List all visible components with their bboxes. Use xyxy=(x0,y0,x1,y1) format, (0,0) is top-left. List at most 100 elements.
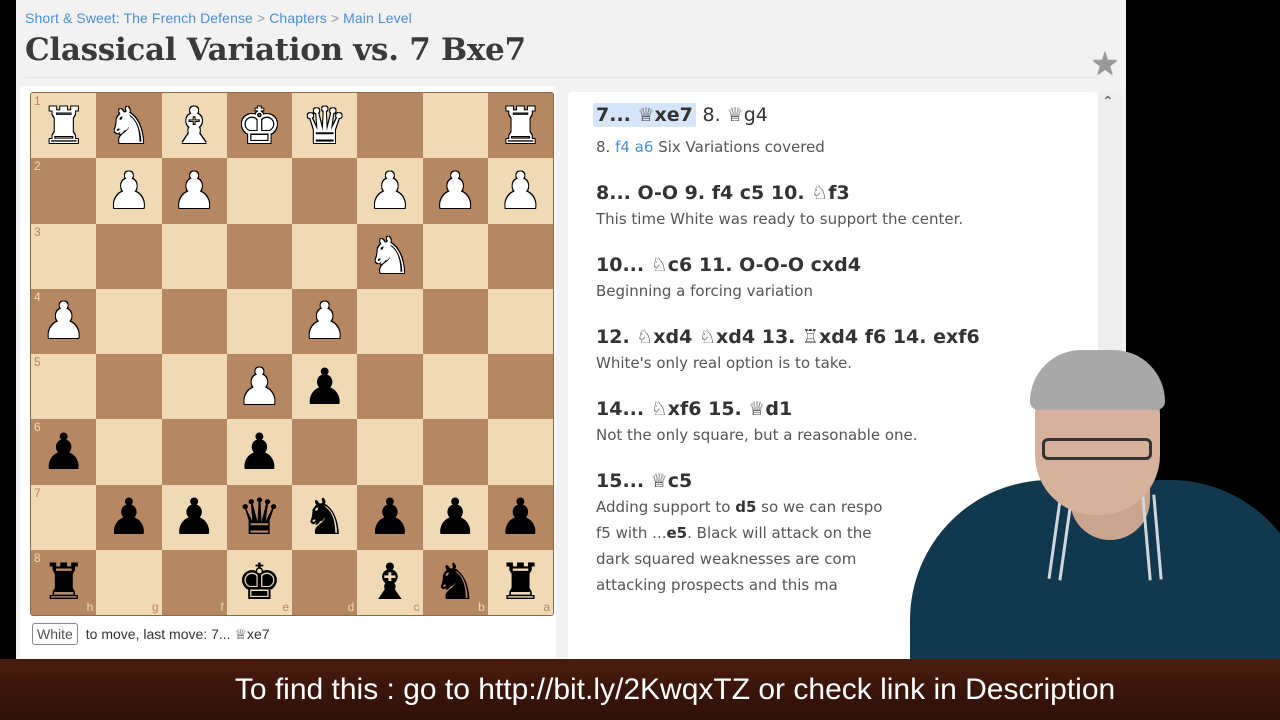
white-pawn-icon[interactable]: ♟ xyxy=(41,296,86,346)
breadcrumb-course[interactable]: Short & Sweet: The French Defense xyxy=(25,10,253,26)
black-pawn-icon[interactable]: ♟ xyxy=(237,427,282,477)
square-a3[interactable] xyxy=(487,223,553,289)
square-f4[interactable] xyxy=(161,288,227,354)
black-pawn-icon[interactable]: ♟ xyxy=(367,492,412,542)
black-pawn-icon[interactable]: ♟ xyxy=(41,427,86,477)
square-b7[interactable]: ♟ xyxy=(422,484,488,550)
black-bishop-icon[interactable]: ♝ xyxy=(367,557,412,607)
square-f5[interactable] xyxy=(161,354,227,420)
square-g3[interactable] xyxy=(96,223,162,289)
square-g4[interactable] xyxy=(96,288,162,354)
move-line[interactable]: 10... ♘c6 11. O-O-O cxd4 xyxy=(596,254,1076,276)
white-pawn-icon[interactable]: ♟ xyxy=(106,166,151,216)
square-e2[interactable] xyxy=(226,158,292,224)
chess-board[interactable]: 1 ♜ ♞ ♝ ♚ ♛ ♜ 2 ♟ ♟ ♟ ♟ ♟ 3 ♞ 4 ♟ ♟ 5 ♟ ♟ 6 ♟ ♟ 7 ♟ ♟ ♛ ♞ ♟ ♟ ♟ 8 h ♜ g f e ♚ d… xyxy=(30,92,554,616)
black-pawn-icon[interactable]: ♟ xyxy=(302,362,347,412)
black-queen-icon[interactable]: ♛ xyxy=(237,492,282,542)
variation-link[interactable]: f4 a6 xyxy=(615,138,653,156)
black-knight-icon[interactable]: ♞ xyxy=(433,557,478,607)
white-pawn-icon[interactable]: ♟ xyxy=(367,166,412,216)
black-pawn-icon[interactable]: ♟ xyxy=(106,492,151,542)
square-f7[interactable]: ♟ xyxy=(161,484,227,550)
square-h3[interactable]: 3 xyxy=(31,223,97,289)
square-f2[interactable]: ♟ xyxy=(161,158,227,224)
square-f6[interactable] xyxy=(161,419,227,485)
square-c4[interactable] xyxy=(357,288,423,354)
white-pawn-icon[interactable]: ♟ xyxy=(498,166,543,216)
square-b3[interactable] xyxy=(422,223,488,289)
square-a4[interactable] xyxy=(487,288,553,354)
square-a5[interactable] xyxy=(487,354,553,420)
white-knight-icon[interactable]: ♞ xyxy=(367,231,412,281)
square-d3[interactable] xyxy=(292,223,358,289)
white-pawn-icon[interactable]: ♟ xyxy=(433,166,478,216)
square-e5[interactable]: ♟ xyxy=(226,354,292,420)
black-knight-icon[interactable]: ♞ xyxy=(302,492,347,542)
square-e8[interactable]: e ♚ xyxy=(226,549,292,615)
black-pawn-icon[interactable]: ♟ xyxy=(172,492,217,542)
square-g8[interactable]: g xyxy=(96,549,162,615)
square-h2[interactable]: 2 xyxy=(31,158,97,224)
square-a2[interactable]: ♟ xyxy=(487,158,553,224)
square-g5[interactable] xyxy=(96,354,162,420)
move-line[interactable]: 12. ♘xd4 ♘xd4 13. ♖xd4 f6 14. exf6 xyxy=(596,326,1076,348)
white-rook-icon[interactable]: ♜ xyxy=(41,101,86,151)
square-e1[interactable]: ♚ xyxy=(226,93,292,159)
square-a8[interactable]: a ♜ xyxy=(487,549,553,615)
square-e7[interactable]: ♛ xyxy=(226,484,292,550)
black-rook-icon[interactable]: ♜ xyxy=(498,557,543,607)
white-king-icon[interactable]: ♚ xyxy=(237,101,282,151)
square-h8[interactable]: 8 h ♜ xyxy=(31,549,97,615)
square-h5[interactable]: 5 xyxy=(31,354,97,420)
square-a7[interactable]: ♟ xyxy=(487,484,553,550)
square-a1[interactable]: ♜ xyxy=(487,93,553,159)
move-line[interactable]: 8... O-O 9. f4 c5 10. ♘f3 xyxy=(596,182,1076,204)
square-h7[interactable]: 7 xyxy=(31,484,97,550)
square-f3[interactable] xyxy=(161,223,227,289)
black-pawn-icon[interactable]: ♟ xyxy=(433,492,478,542)
square-f1[interactable]: ♝ xyxy=(161,93,227,159)
square-c7[interactable]: ♟ xyxy=(357,484,423,550)
square-f8[interactable]: f xyxy=(161,549,227,615)
white-queen-icon[interactable]: ♛ xyxy=(302,101,347,151)
square-c2[interactable]: ♟ xyxy=(357,158,423,224)
square-b5[interactable] xyxy=(422,354,488,420)
black-rook-icon[interactable]: ♜ xyxy=(41,557,86,607)
square-e3[interactable] xyxy=(226,223,292,289)
square-c6[interactable] xyxy=(357,419,423,485)
move[interactable]: 8. ♕g4 xyxy=(703,104,768,126)
square-g6[interactable] xyxy=(96,419,162,485)
square-h4[interactable]: 4 ♟ xyxy=(31,288,97,354)
square-e4[interactable] xyxy=(226,288,292,354)
square-d6[interactable] xyxy=(292,419,358,485)
square-g2[interactable]: ♟ xyxy=(96,158,162,224)
black-pawn-icon[interactable]: ♟ xyxy=(498,492,543,542)
white-pawn-icon[interactable]: ♟ xyxy=(172,166,217,216)
breadcrumb-chapters[interactable]: Chapters xyxy=(269,10,327,26)
square-g7[interactable]: ♟ xyxy=(96,484,162,550)
square-c5[interactable] xyxy=(357,354,423,420)
square-a6[interactable] xyxy=(487,419,553,485)
square-d8[interactable]: d xyxy=(292,549,358,615)
square-b8[interactable]: b ♞ xyxy=(422,549,488,615)
square-b4[interactable] xyxy=(422,288,488,354)
square-d2[interactable] xyxy=(292,158,358,224)
square-g1[interactable]: ♞ xyxy=(96,93,162,159)
white-pawn-icon[interactable]: ♟ xyxy=(237,362,282,412)
white-pawn-icon[interactable]: ♟ xyxy=(302,296,347,346)
square-b6[interactable] xyxy=(422,419,488,485)
scroll-up-icon[interactable]: ⌃ xyxy=(1102,94,1114,110)
square-b1[interactable] xyxy=(422,93,488,159)
square-h6[interactable]: 6 ♟ xyxy=(31,419,97,485)
square-d7[interactable]: ♞ xyxy=(292,484,358,550)
current-move[interactable]: 7... ♕xe7 xyxy=(593,103,696,127)
black-king-icon[interactable]: ♚ xyxy=(237,557,282,607)
white-knight-icon[interactable]: ♞ xyxy=(106,101,151,151)
white-bishop-icon[interactable]: ♝ xyxy=(172,101,217,151)
square-d5[interactable]: ♟ xyxy=(292,354,358,420)
square-e6[interactable]: ♟ xyxy=(226,419,292,485)
square-c1[interactable] xyxy=(357,93,423,159)
square-c8[interactable]: c ♝ xyxy=(357,549,423,615)
white-rook-icon[interactable]: ♜ xyxy=(498,101,543,151)
breadcrumb-main-level[interactable]: Main Level xyxy=(343,10,412,26)
